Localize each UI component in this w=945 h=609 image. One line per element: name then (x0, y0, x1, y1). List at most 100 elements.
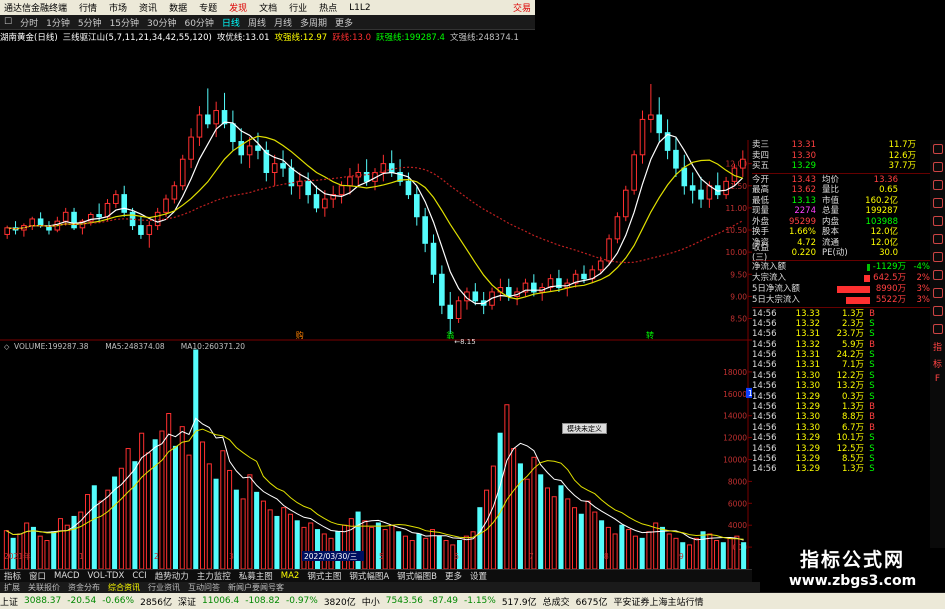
tick-row-2[interactable]: 14:56 13.31 23.7万 S (752, 329, 930, 339)
date-label-9: 9 (679, 552, 684, 561)
toolbar-label-3[interactable]: F (935, 374, 940, 384)
tick-row-1[interactable]: 14:56 13.32 2.3万 S (752, 319, 930, 329)
chart-type-icon[interactable]: ☐ (0, 17, 16, 27)
tick-price: 13.29 (795, 443, 820, 454)
volume-bar-28 (193, 349, 199, 569)
stat-value-b: 199287 (865, 206, 898, 216)
toolbar-grid-icon[interactable] (932, 162, 943, 172)
period-tab-0[interactable]: 分时 (16, 16, 42, 29)
toolbar-move-icon[interactable] (932, 234, 943, 244)
candle-body-22 (188, 136, 194, 160)
indicator-tab-4[interactable]: CCI (128, 571, 150, 581)
toolbar-list-icon[interactable] (932, 180, 943, 190)
tick-row-11[interactable]: 14:56 13.30 6.7万 B (752, 423, 930, 433)
period-tab-2[interactable]: 5分钟 (74, 16, 106, 29)
period-tab-9[interactable]: 多周期 (296, 16, 331, 29)
bottom-tab-0[interactable]: 扩展 (0, 582, 24, 593)
order-book-row-2[interactable]: 买五 13.29 37.7万 (752, 161, 930, 172)
menu-item-hot[interactable]: 热点 (313, 1, 343, 14)
order-book-row-1[interactable]: 卖四 13.30 12.6万 (752, 151, 930, 162)
indicator-tab-2[interactable]: MACD (50, 571, 83, 581)
toolbar-flag-icon[interactable] (932, 216, 943, 226)
tick-row-10[interactable]: 14:56 13.30 8.8万 B (752, 412, 930, 422)
toolbar-bell-icon[interactable] (932, 270, 943, 280)
bottom-tab-1[interactable]: 关联报价 (24, 582, 64, 593)
period-tab-6[interactable]: 日线 (218, 16, 244, 29)
period-tab-1[interactable]: 1分钟 (42, 16, 74, 29)
tick-row-0[interactable]: 14:56 13.33 1.3万 B (752, 309, 930, 319)
chart-area[interactable]: 12.0011.5011.0010.5010.009.509.008.50←8.… (0, 44, 752, 569)
toolbar-gear-icon[interactable] (932, 306, 943, 316)
tick-row-4[interactable]: 14:56 13.31 24.2万 S (752, 350, 930, 360)
low-price-annotation: ←8.15 (454, 338, 475, 346)
tick-row-5[interactable]: 14:56 13.31 7.1万 S (752, 360, 930, 370)
period-tab-7[interactable]: 周线 (244, 16, 270, 29)
indicator-tab-11[interactable]: 钢式幅图B (393, 570, 441, 582)
tick-row-12[interactable]: 14:56 13.29 10.1万 S (752, 433, 930, 443)
bottom-tab-3[interactable]: 综合资讯 (104, 582, 144, 593)
menu-item-news[interactable]: 资讯 (133, 1, 163, 14)
bottom-tab-4[interactable]: 行业资讯 (144, 582, 184, 593)
index-name-0[interactable]: 上证 (0, 595, 18, 608)
menu-item-l1l2[interactable]: L1L2 (343, 3, 376, 13)
tick-row-6[interactable]: 14:56 13.30 12.2万 S (752, 371, 930, 381)
toolbar-doc-icon[interactable] (932, 288, 943, 298)
bottom-tab-2[interactable]: 资金分布 (64, 582, 104, 593)
index-name-2[interactable]: 中小 (362, 595, 380, 608)
volume-bar-103 (700, 531, 706, 569)
indicator-tab-5[interactable]: 趋势动力 (151, 570, 193, 582)
toolbar-label-2[interactable]: 标 (933, 357, 942, 370)
period-tab-3[interactable]: 15分钟 (106, 16, 143, 29)
tick-list[interactable]: 14:56 13.33 1.3万 B 14:56 13.32 2.3万 S 14:56 13.31… (752, 309, 930, 475)
tick-row-3[interactable]: 14:56 13.32 5.9万 B (752, 340, 930, 350)
tick-volume: 7.1万 (841, 360, 864, 371)
tick-row-13[interactable]: 14:56 13.29 12.5万 S (752, 444, 930, 454)
menu-item-industry[interactable]: 行业 (283, 1, 313, 14)
toolbar-square-icon[interactable] (932, 144, 943, 154)
toolbar-label-1[interactable]: 指 (933, 340, 942, 353)
tick-price: 13.29 (795, 391, 820, 402)
period-tab-4[interactable]: 30分钟 (143, 16, 180, 29)
indicator-tab-3[interactable]: VOL-TDX (84, 571, 129, 581)
menu-item-market[interactable]: 市场 (103, 1, 133, 14)
menu-item-topics[interactable]: 专题 (193, 1, 223, 14)
indicator-tab-12[interactable]: 更多 (441, 570, 466, 582)
toolbar-chart-icon[interactable] (932, 198, 943, 208)
trade-button[interactable]: 交易 (509, 1, 535, 14)
indicator-tab-0[interactable]: 指标 (0, 570, 25, 582)
index-change-1: -108.82 (245, 596, 280, 606)
tick-row-14[interactable]: 14:56 13.29 8.5万 S (752, 454, 930, 464)
menu-item-quotes[interactable]: 行情 (73, 1, 103, 14)
indicator-tab-1[interactable]: 窗口 (25, 570, 50, 582)
candle-body-20 (171, 185, 178, 200)
tick-row-9[interactable]: 14:56 13.29 1.3万 B (752, 402, 930, 412)
indicator-tab-7[interactable]: 私募主图 (235, 570, 277, 582)
indicator-tab-8[interactable]: MA2 (277, 571, 304, 581)
toolbar-info-icon[interactable] (932, 324, 943, 334)
total-volume-value: 6675亿 (575, 597, 608, 608)
tick-price: 13.30 (795, 422, 820, 433)
period-tab-10[interactable]: 更多 (331, 16, 357, 29)
indicator-tab-10[interactable]: 钢式幅图A (345, 570, 393, 582)
period-tab-8[interactable]: 月线 (270, 16, 296, 29)
menu-item-data[interactable]: 数据 (163, 1, 193, 14)
order-book-row-0[interactable]: 卖三 13.31 11.7万 (752, 140, 930, 151)
bottom-tab-6[interactable]: 新闻户要闻号客 (224, 582, 288, 593)
index-name-1[interactable]: 深证 (178, 595, 196, 608)
tick-row-7[interactable]: 14:56 13.30 13.2万 S (752, 381, 930, 391)
indicator-tab-6[interactable]: 主力监控 (193, 570, 235, 582)
stat-label-b: 股本 (822, 227, 840, 237)
tick-row-8[interactable]: 14:56 13.29 0.3万 S (752, 392, 930, 402)
candle-body-72 (606, 238, 612, 262)
index-pct-2: -1.15% (463, 596, 496, 606)
menu-item-docs[interactable]: 文档 (253, 1, 283, 14)
tick-row-15[interactable]: 14:56 13.29 1.3万 S (752, 464, 930, 474)
menu-item-discover[interactable]: 发现 (223, 1, 253, 14)
indicator-tab-9[interactable]: 钢式主图 (303, 570, 345, 582)
volume-bar-26 (179, 426, 185, 569)
module-float-button[interactable]: 模块未定义 (562, 423, 607, 434)
bottom-tab-5[interactable]: 互动问答 (184, 582, 224, 593)
indicator-tab-13[interactable]: 设置 (466, 570, 491, 582)
period-tab-5[interactable]: 60分钟 (180, 16, 217, 29)
toolbar-star-icon[interactable] (932, 252, 943, 262)
